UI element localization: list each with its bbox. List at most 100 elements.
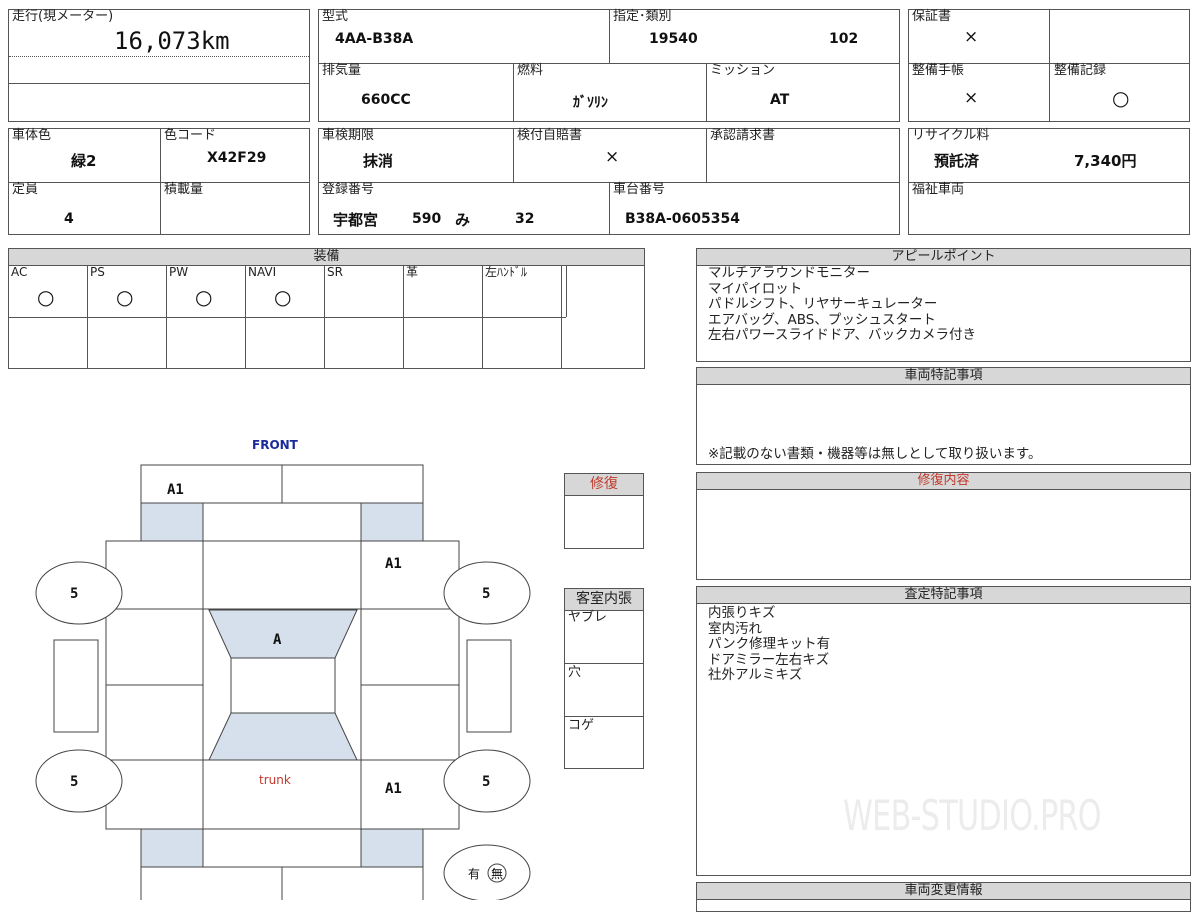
chassis-label: 車台番号 — [613, 182, 666, 197]
rule — [160, 129, 161, 234]
insurance-label: 検付自賠書 — [517, 128, 583, 143]
equipment-label: AC — [11, 265, 28, 279]
rule — [513, 63, 514, 121]
registration-kana: み — [455, 211, 471, 229]
approval-label: 承認請求書 — [710, 128, 776, 143]
equipment-mark: ○ — [116, 285, 134, 309]
tire-front-left-value: 5 — [70, 586, 78, 602]
assessment-line: 内張りキズ — [708, 605, 776, 621]
repair-content-title: 修復内容 — [697, 473, 1190, 490]
rule — [566, 265, 567, 317]
registration-number: 32 — [515, 211, 535, 227]
tire-front-right-value: 5 — [482, 586, 490, 602]
fuel-label: 燃料 — [517, 63, 544, 78]
spare-no-label: 無 — [491, 866, 503, 881]
designation-value-1: 19540 — [649, 31, 698, 47]
rule — [565, 663, 643, 664]
rear-left-panel — [140, 828, 204, 868]
interior-item-hole: 穴 — [568, 665, 582, 680]
equipment-mark: ○ — [37, 285, 55, 309]
vehicle-change-panel: 車両変更情報 — [696, 882, 1191, 912]
left-mirror — [53, 639, 99, 733]
spare-yes-label: 有 — [468, 867, 480, 881]
mileage-label: 走行(現メーター) — [12, 9, 114, 24]
inspection-box: 車検期限 抹消 検付自賠書 × 承認請求書 登録番号 宇都宮 590 み 32 … — [318, 128, 900, 235]
windshield — [208, 609, 358, 659]
interior-item-burn: コゲ — [568, 718, 595, 733]
equipment-label: SR — [327, 265, 343, 279]
vehicle-notes-text: ※記載のない書類・機器等は無しとして取り扱います。 — [708, 446, 1042, 462]
equipment-title: 装備 — [9, 249, 644, 266]
equipment-label: PW — [169, 265, 189, 279]
mission-value: AT — [770, 92, 790, 108]
front-label: FRONT — [252, 438, 299, 452]
color-code-value: X42F29 — [207, 150, 267, 166]
hood — [202, 502, 362, 542]
color-code-label: 色コード — [164, 128, 217, 143]
trunk-label: trunk — [259, 773, 291, 787]
maintenance-book-value: × — [964, 88, 979, 108]
rear-window — [208, 712, 358, 761]
right-rear-door-mark: A1 — [385, 781, 402, 797]
appeal-line: エアバッグ、ABS、プッシュスタート — [708, 311, 936, 328]
registration-office: 宇都宮 — [333, 211, 379, 229]
mileage-dotted-rule — [9, 56, 309, 57]
rule — [706, 63, 707, 121]
displacement-label: 排気量 — [322, 63, 362, 78]
trunk-lower — [202, 828, 362, 868]
assessment-line: ドアミラー左右キズ — [708, 651, 830, 668]
body-color-box: 車体色 緑2 色コード X42F29 定員 4 積載量 — [8, 128, 310, 235]
right-front-door-mark: A1 — [385, 556, 402, 572]
equipment-label: 革 — [406, 265, 419, 279]
interior-box: 客室内張 ヤブレ 穴 コゲ — [564, 588, 644, 769]
front-left-mark: A1 — [167, 482, 184, 498]
rule — [9, 317, 566, 318]
insurance-value: × — [605, 147, 620, 167]
model-value: 4AA-B38A — [335, 31, 414, 47]
load-label: 積載量 — [164, 182, 204, 197]
interior-item-tear: ヤブレ — [568, 610, 608, 625]
recycle-box: リサイクル料 預託済 7,340円 福祉車両 — [908, 128, 1190, 235]
repair-box: 修復 — [564, 473, 644, 549]
mileage-box: 走行(現メーター) 16,073km — [8, 9, 310, 122]
appeal-line: マイパイロット — [708, 280, 803, 297]
repair-box-title: 修復 — [565, 474, 643, 496]
model-label: 型式 — [322, 9, 349, 24]
vehicle-notes-panel: 車両特記事項 ※記載のない書類・機器等は無しとして取り扱います。 — [696, 367, 1191, 465]
mileage-value: 16,073km — [114, 27, 230, 55]
front-right-panel — [360, 502, 424, 542]
registration-label: 登録番号 — [322, 182, 375, 197]
rule — [609, 10, 610, 63]
appeal-line: 左右パワースライドドア、バックカメラ付き — [708, 327, 976, 343]
equipment-label: 左ﾊﾝﾄﾞﾙ — [485, 265, 528, 279]
welfare-label: 福祉車両 — [912, 182, 965, 197]
rule — [513, 129, 514, 182]
assessment-line: パンク修理キット有 — [708, 636, 831, 652]
warranty-label: 保証書 — [912, 9, 952, 24]
front-left-panel — [140, 502, 204, 542]
tire-rear-left — [35, 749, 123, 813]
recycle-label: リサイクル料 — [912, 128, 990, 143]
assessment-line: 室内汚れ — [708, 620, 762, 637]
right-mirror — [466, 639, 512, 733]
interior-title: 客室内張 — [565, 589, 643, 611]
rule — [565, 716, 643, 717]
body-color-value: 緑2 — [71, 152, 97, 170]
mileage-rule — [9, 83, 309, 84]
appeal-line: パドルシフト、リヤサーキュレーター — [708, 296, 938, 312]
recycle-amount: 7,340円 — [1074, 152, 1137, 170]
equipment-label: NAVI — [248, 265, 277, 279]
appeal-line: マルチアラウンドモニター — [708, 265, 870, 281]
rule — [609, 182, 610, 234]
rule — [706, 129, 707, 182]
equipment-mark: ○ — [195, 285, 213, 309]
chassis-value: B38A-0605354 — [625, 211, 740, 227]
equipment-label: PS — [90, 265, 105, 279]
model-box: 型式 4AA-B38A 指定･類別 19540 102 排気量 660CC 燃料… — [318, 9, 900, 122]
spare-tire — [443, 844, 531, 900]
tire-front-left — [35, 561, 123, 625]
displacement-value: 660CC — [361, 92, 411, 108]
repair-content-panel: 修復内容 — [696, 472, 1191, 580]
maintenance-record-value: ○ — [1112, 86, 1130, 110]
vehicle-notes-title: 車両特記事項 — [697, 368, 1190, 385]
